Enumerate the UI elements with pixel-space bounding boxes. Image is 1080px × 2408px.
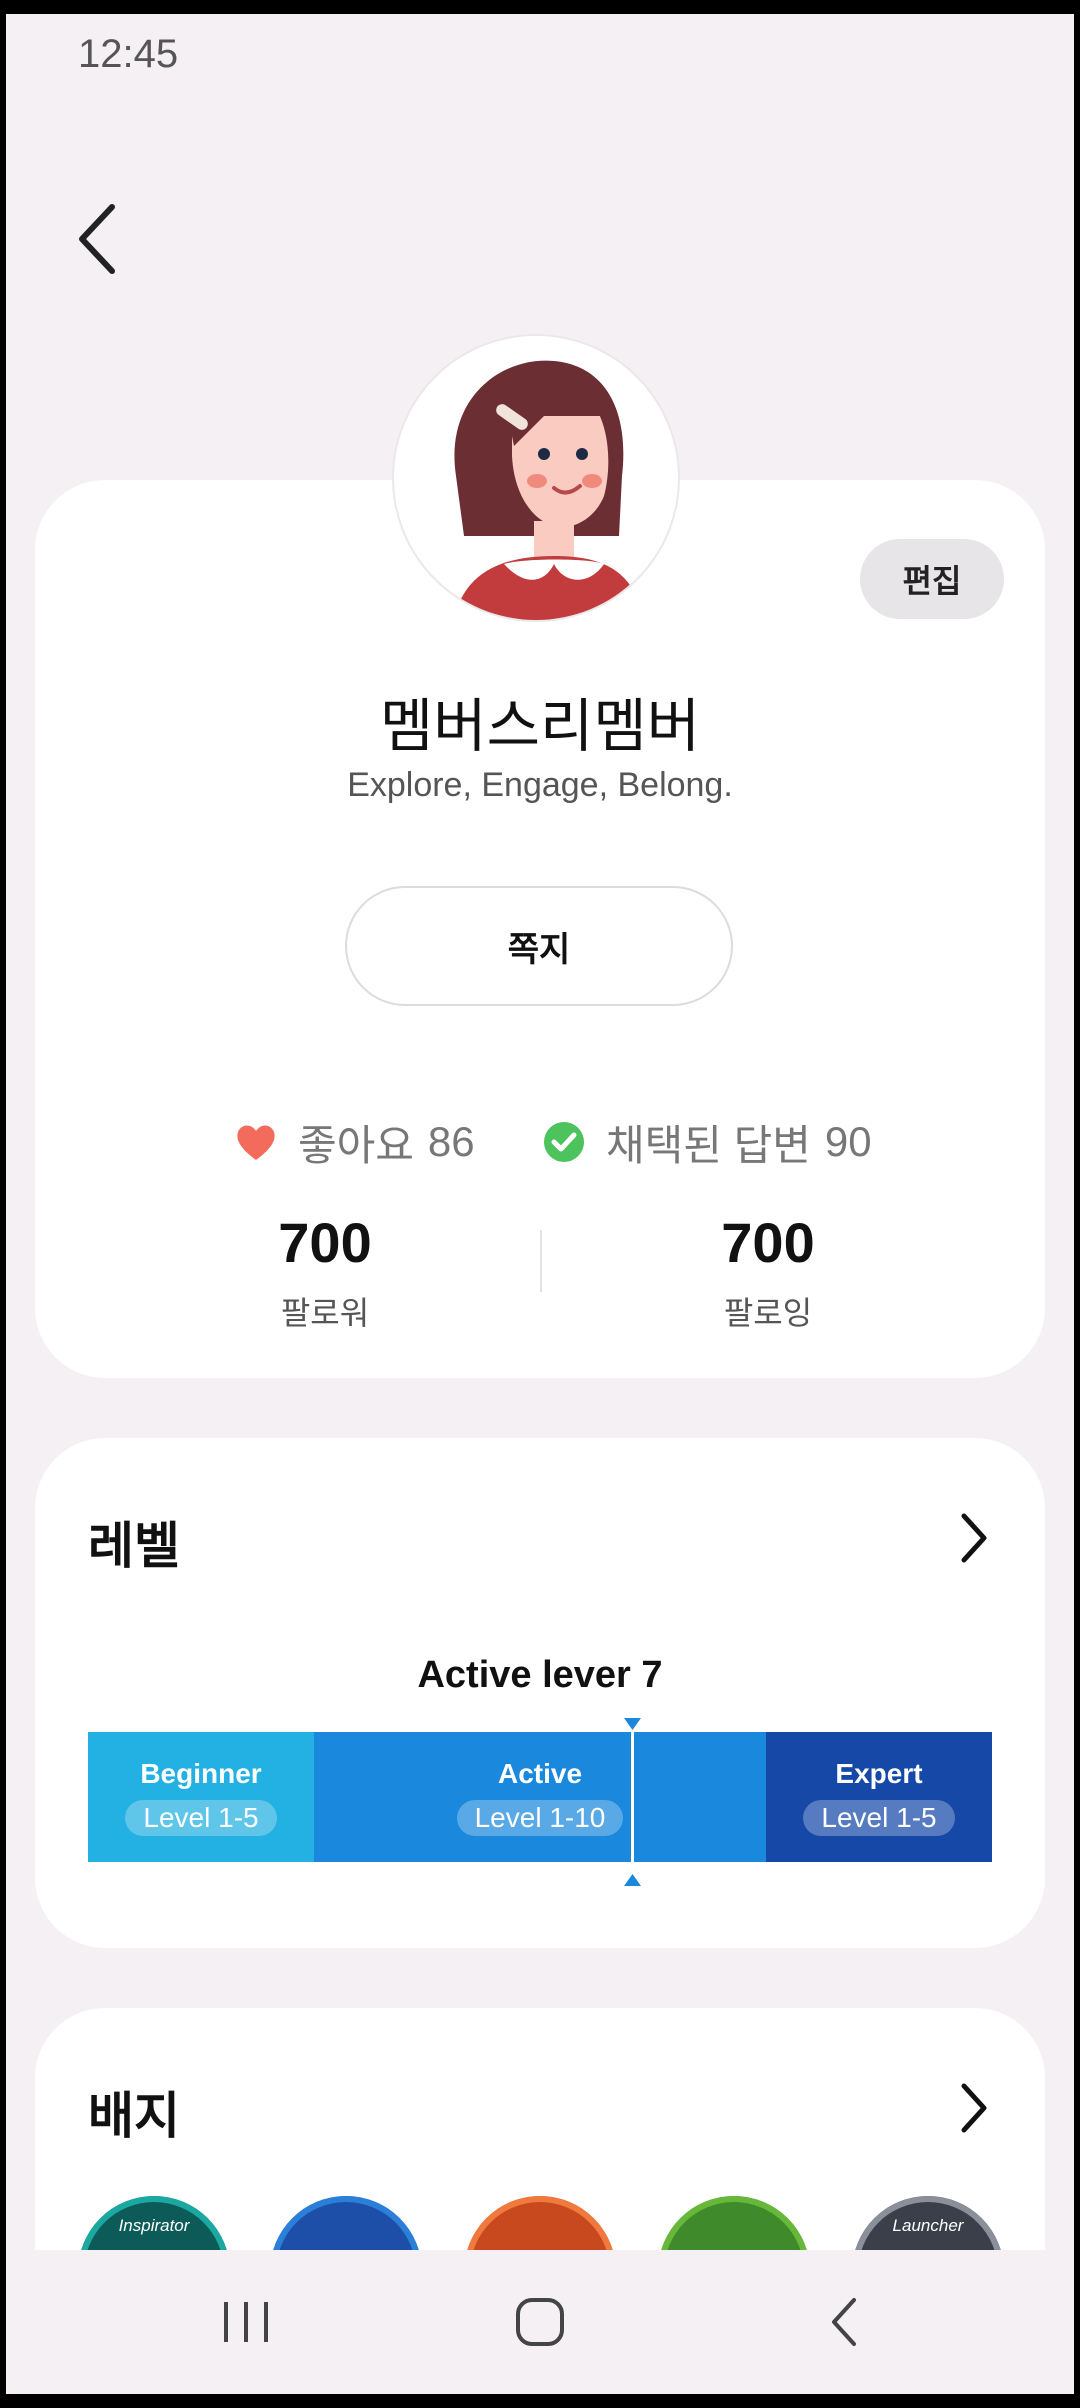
avatar-illustration-icon bbox=[454, 360, 644, 620]
level-caption: Active lever 7 bbox=[417, 1654, 663, 1696]
badge-title: 배지 bbox=[88, 2087, 180, 2145]
marker-up-triangle-icon bbox=[624, 1874, 641, 1886]
badge-label: Inspirator bbox=[118, 2216, 190, 2235]
edit-profile-button[interactable]: 편집 bbox=[860, 539, 1004, 619]
accepted-label: 채택된 답변 bbox=[606, 1121, 811, 1169]
level-segment-beginner: Beginner Level 1-5 bbox=[88, 1732, 314, 1862]
recent-apps-icon[interactable] bbox=[206, 2290, 286, 2354]
back-button[interactable] bbox=[66, 199, 126, 279]
level-marker-line bbox=[631, 1724, 634, 1870]
navigation-bar bbox=[6, 2250, 1074, 2394]
badge-chevron-right-icon[interactable] bbox=[954, 2080, 994, 2136]
likes-count: 86 bbox=[427, 1118, 475, 1165]
badge-list: Inspirator Launcher bbox=[78, 2196, 1028, 2348]
segment-range: Level 1-5 bbox=[803, 1800, 955, 1836]
segment-name: Active bbox=[497, 1758, 583, 1789]
level-progress-bar: Beginner Level 1-5 Active Level 1-10 Exp… bbox=[88, 1732, 992, 1862]
message-button[interactable]: 쪽지 bbox=[345, 886, 733, 1006]
segment-range: Level 1-10 bbox=[456, 1800, 624, 1836]
following-label[interactable]: 팔로잉 bbox=[618, 1288, 918, 1334]
profile-nickname: 멤버스리멤버 bbox=[379, 692, 701, 760]
likes-stat: 좋아요 86 bbox=[234, 1112, 475, 1172]
level-title: 레벨 bbox=[88, 1517, 180, 1575]
home-icon[interactable] bbox=[500, 2290, 580, 2354]
following-count[interactable]: 700 bbox=[618, 1210, 918, 1275]
screen: 12:45 편집 멤버스리멤버 Explore, Engage, Belong.… bbox=[6, 14, 1074, 2394]
follow-divider bbox=[540, 1230, 542, 1292]
segment-range: Level 1-5 bbox=[125, 1800, 277, 1836]
level-chevron-right-icon[interactable] bbox=[954, 1510, 994, 1566]
accepted-answers-stat: 채택된 답변 90 bbox=[542, 1112, 872, 1172]
status-time: 12:45 bbox=[78, 32, 179, 76]
segment-name: Expert bbox=[835, 1758, 923, 1789]
avatar[interactable] bbox=[394, 336, 678, 620]
accepted-count: 90 bbox=[824, 1118, 872, 1165]
marker-down-triangle-icon bbox=[624, 1718, 641, 1730]
level-segment-expert: Expert Level 1-5 bbox=[766, 1732, 992, 1862]
profile-tagline: Explore, Engage, Belong. bbox=[347, 766, 733, 804]
back-nav-icon[interactable] bbox=[806, 2290, 886, 2354]
badge-label: Launcher bbox=[892, 2216, 964, 2235]
followers-label[interactable]: 팔로워 bbox=[175, 1288, 475, 1334]
heart-icon bbox=[237, 1125, 275, 1160]
followers-count[interactable]: 700 bbox=[175, 1210, 475, 1275]
likes-label: 좋아요 bbox=[298, 1121, 414, 1169]
segment-name: Beginner bbox=[140, 1758, 262, 1789]
level-segment-active: Active Level 1-10 bbox=[314, 1732, 766, 1862]
check-circle-icon bbox=[544, 1122, 584, 1162]
